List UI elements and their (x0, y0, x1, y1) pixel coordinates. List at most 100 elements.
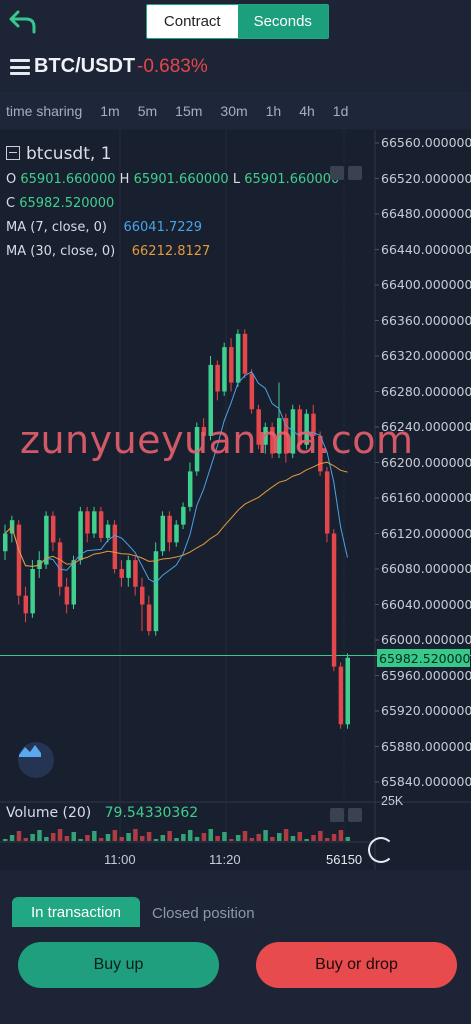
candle-body (222, 347, 227, 392)
price-chart[interactable]: btcusdt, 1 O 65901.660000 H 65901.660000… (0, 130, 471, 870)
volume-controls[interactable] (330, 808, 362, 822)
candle-body (140, 586, 145, 605)
y-tick-label: 66400.000000 (381, 277, 471, 292)
volume-bar (160, 835, 166, 841)
volume-bar (44, 837, 49, 841)
legend-symbol: btcusdt, 1 (26, 144, 112, 164)
chart-logo-icon[interactable] (18, 742, 54, 778)
volume-bar (256, 834, 261, 841)
x-tick-1120: 11:20 (209, 852, 241, 867)
top-bar: Contract Seconds (0, 0, 471, 45)
x-tick-1100: 11:00 (104, 852, 136, 867)
y-tick-label: 66160.000000 (381, 490, 471, 505)
candle-body (71, 560, 76, 605)
volume-bar (229, 839, 234, 841)
candle-body (23, 595, 29, 614)
volume-bar (153, 839, 159, 841)
h-value: 65901.660000 (133, 172, 229, 187)
candle-body (92, 511, 97, 534)
legend-title: btcusdt, 1 (6, 144, 112, 164)
y-tick-label: 66520.000000 (381, 170, 471, 186)
y-tick-label: 65920.000000 (381, 703, 471, 718)
buy-up-button[interactable]: Buy up (18, 942, 219, 988)
volume-bar (126, 833, 131, 841)
tf-1d[interactable]: 1d (333, 103, 349, 119)
volume-bar (345, 837, 350, 841)
tab-contract[interactable]: Contract (147, 5, 238, 38)
y-tick-label: 66120.000000 (381, 525, 471, 541)
tf-15m[interactable]: 15m (175, 103, 202, 119)
volume-bar (119, 837, 124, 841)
volume-bar (277, 833, 282, 841)
volume-bar (174, 838, 179, 841)
c-label: C (6, 196, 16, 211)
volume-bar (50, 833, 56, 841)
loading-spinner-icon (368, 837, 394, 863)
ma30-label: MA (30, close, 0) (6, 244, 116, 259)
pair-symbol[interactable]: BTC/USDT (34, 55, 135, 78)
candle-body (105, 524, 111, 538)
ma7-label: MA (7, close, 0) (6, 220, 107, 235)
candle-body (187, 471, 193, 507)
volume-bar (3, 839, 8, 841)
back-arrow-icon[interactable] (8, 8, 38, 36)
candle-body (3, 533, 8, 552)
ma7-line (4, 371, 348, 584)
candle-body (119, 569, 124, 578)
y-tick-label: 65960.000000 (381, 667, 471, 683)
tf-1m[interactable]: 1m (100, 103, 119, 119)
tf-4h[interactable]: 4h (299, 103, 315, 119)
tf-time-sharing[interactable]: time sharing (6, 103, 82, 119)
volume-bar (30, 834, 35, 841)
candle-body (146, 604, 152, 632)
candle-body (249, 373, 255, 410)
legend-close: C 65982.520000 (6, 196, 114, 211)
watermark: zunyueyuanma.com (20, 418, 414, 462)
candle-body (215, 364, 220, 392)
volume-bar (235, 835, 241, 841)
tab-seconds[interactable]: Seconds (237, 5, 328, 38)
tf-30m[interactable]: 30m (220, 103, 247, 119)
candle-body (229, 347, 234, 383)
buy-drop-button[interactable]: Buy or drop (256, 942, 457, 988)
y-tick-label: 66560.000000 (381, 135, 471, 150)
tf-1h[interactable]: 1h (266, 103, 282, 119)
volume-current: 56150 (326, 852, 363, 867)
volume-bar (331, 834, 337, 841)
collapse-icon[interactable] (6, 146, 20, 160)
volume-bar (78, 839, 83, 841)
o-value: 65901.660000 (20, 172, 116, 187)
volume-bar (304, 839, 309, 841)
candle-body (112, 524, 118, 569)
y-tick-label: 66080.000000 (381, 561, 471, 576)
candle-body (181, 506, 186, 525)
volume-label: Volume (20) (6, 805, 92, 821)
volume-value: 79.54330362 (104, 805, 199, 821)
volume-bar (263, 830, 268, 841)
ma7-value: 66041.7229 (123, 220, 203, 235)
o-label: O (6, 172, 17, 187)
volume-bar (64, 836, 70, 841)
volume-max-label: 25K (381, 794, 404, 808)
candle-body (64, 586, 70, 605)
legend-ohl: O 65901.660000 H 65901.660000 L 65901.66… (6, 172, 339, 187)
ma30-value: 66212.8127 (131, 244, 211, 259)
tab-closed-position[interactable]: Closed position (152, 905, 255, 922)
candle-body (85, 511, 90, 534)
volume-bar (270, 837, 275, 841)
candle-body (133, 560, 138, 587)
volume-bar (105, 834, 111, 841)
candle-body (98, 511, 104, 538)
tab-in-transaction[interactable]: In transaction (12, 897, 140, 927)
legend-controls[interactable] (330, 166, 362, 180)
tf-5m[interactable]: 5m (138, 103, 157, 119)
volume-bar (311, 835, 316, 841)
candle-body (338, 666, 344, 725)
volume-bar (71, 832, 76, 841)
candle-body (30, 569, 35, 614)
candle-body (324, 471, 330, 534)
y-tick-label: 66480.000000 (381, 206, 471, 221)
ma30-line (4, 461, 348, 567)
volume-bar (98, 838, 104, 841)
menu-icon[interactable] (10, 59, 30, 75)
